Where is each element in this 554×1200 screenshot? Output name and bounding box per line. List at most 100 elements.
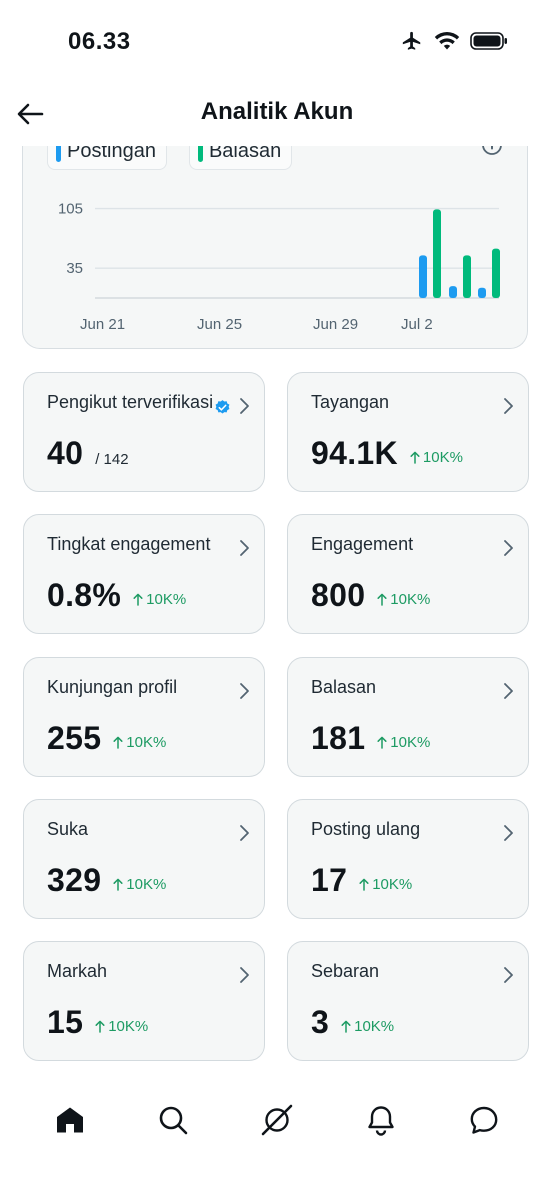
metric-value: 255 — [47, 720, 102, 756]
metric-change-value: 10K% — [354, 1018, 395, 1035]
bar-postingan — [478, 287, 486, 298]
bar-postingan — [449, 286, 457, 298]
bar-postingan — [419, 255, 427, 298]
x-tick-label: Jun 21 — [80, 316, 125, 333]
metric-card[interactable]: Engagement 800 10K% — [287, 514, 529, 634]
battery-icon — [470, 32, 507, 50]
metric-total: / 142 — [95, 451, 129, 468]
bar-balasan — [463, 255, 471, 298]
grok-icon — [261, 1104, 293, 1136]
metric-change: 10K% — [341, 1018, 394, 1035]
metric-change-value: 10K% — [146, 591, 187, 608]
search-icon — [160, 1106, 188, 1135]
metric-change: 10K% — [410, 449, 463, 466]
metric-card[interactable]: Tingkat engagement 0.8% 10K% — [23, 514, 265, 634]
tab-grok[interactable] — [251, 1094, 303, 1146]
metric-label: Markah — [47, 961, 108, 981]
chevron-right-icon — [504, 683, 513, 699]
chevron-right-icon — [240, 825, 249, 841]
metric-value: 0.8% — [47, 577, 122, 613]
metric-card[interactable]: Sebaran 3 10K% — [287, 941, 529, 1061]
metric-card[interactable]: Kunjungan profil 255 10K% — [23, 657, 265, 777]
metric-value: 17 — [311, 862, 348, 898]
metric-value: 94.1K — [311, 435, 398, 471]
chevron-right-icon — [504, 967, 513, 983]
status-bar: 06.33 — [0, 0, 554, 80]
metric-change: 10K% — [133, 591, 186, 608]
metric-value-row: 181 10K% — [311, 720, 430, 757]
metric-label: Posting ulang — [311, 819, 421, 839]
x-tick-label: Jun 29 — [313, 316, 358, 333]
chevron-right-icon — [504, 540, 513, 556]
metric-value: 800 — [311, 577, 366, 613]
header: Analitik Akun — [0, 86, 554, 144]
metric-change: 10K% — [95, 1018, 148, 1035]
chart-card: 105 35 Jun 21 Jun 25 Jun 29 Jul 2 Postingan B… — [22, 118, 528, 349]
metric-card[interactable]: Tayangan 94.1K 10K% — [287, 372, 529, 492]
metric-value-row: 255 10K% — [47, 720, 166, 757]
metric-change: 10K% — [113, 876, 166, 893]
status-icons — [400, 30, 508, 52]
bottom-tab-bar — [0, 1080, 554, 1160]
tab-notifications[interactable] — [355, 1094, 407, 1146]
metric-label: Engagement — [311, 534, 414, 554]
arrow-up-icon — [341, 1020, 351, 1033]
metric-label: Sebaran — [311, 961, 380, 981]
x-tick-label: Jul 2 — [401, 316, 433, 333]
metric-change: 10K% — [377, 734, 430, 751]
metric-value: 329 — [47, 862, 102, 898]
metric-value-row: 0.8% 10K% — [47, 577, 186, 614]
metric-change-value: 10K% — [422, 449, 463, 466]
tab-messages[interactable] — [458, 1094, 510, 1146]
metric-card[interactable]: Pengikut terverifikasi 40 / 142 — [23, 372, 265, 492]
chevron-right-icon — [240, 398, 249, 414]
bar-balasan — [433, 209, 441, 298]
metric-value: 3 — [311, 1004, 330, 1040]
metric-label: Tingkat engagement — [47, 534, 211, 554]
home-icon — [56, 1107, 83, 1133]
arrow-up-icon — [113, 878, 123, 891]
arrow-up-icon — [377, 736, 387, 749]
metric-card[interactable]: Balasan 181 10K% — [287, 657, 529, 777]
chevron-right-icon — [504, 825, 513, 841]
metric-change: 10K% — [377, 591, 430, 608]
chevron-right-icon — [240, 967, 249, 983]
metric-value-row: 94.1K 10K% — [311, 435, 463, 472]
metric-value: 15 — [47, 1004, 84, 1040]
metric-card[interactable]: Posting ulang 17 10K% — [287, 799, 529, 919]
metric-change-value: 10K% — [390, 591, 431, 608]
metric-label: Tayangan — [311, 392, 390, 412]
arrow-up-icon — [377, 593, 387, 606]
metric-label: Pengikut terverifikasi — [47, 392, 214, 412]
metric-change-value: 10K% — [390, 734, 431, 751]
tab-home[interactable] — [44, 1094, 96, 1146]
metric-value-row: 15 10K% — [47, 1004, 148, 1041]
arrow-up-icon — [95, 1020, 105, 1033]
metric-card[interactable]: Suka 329 10K% — [23, 799, 265, 919]
y-tick-label: 35 — [66, 260, 83, 277]
metric-change-value: 10K% — [126, 734, 167, 751]
metric-value-row: 800 10K% — [311, 577, 430, 614]
chevron-right-icon — [504, 398, 513, 414]
metric-value-row: 40 / 142 — [47, 435, 129, 472]
arrow-up-icon — [113, 736, 123, 749]
metric-value-row: 17 10K% — [311, 862, 412, 899]
metric-change: 10K% — [113, 734, 166, 751]
x-tick-label: Jun 25 — [197, 316, 242, 333]
metric-change: 10K% — [359, 876, 412, 893]
metric-change-value: 10K% — [372, 876, 413, 893]
metric-card[interactable]: Markah 15 10K% — [23, 941, 265, 1061]
wifi-icon — [434, 31, 460, 50]
bell-icon — [367, 1106, 394, 1136]
status-time: 06.33 — [68, 28, 131, 55]
metric-value-row: 3 10K% — [311, 1004, 394, 1041]
metric-label: Suka — [47, 819, 89, 839]
y-tick-label: 105 — [58, 201, 83, 218]
verified-badge-icon — [215, 400, 230, 414]
bar-balasan — [492, 248, 500, 298]
metric-value-row: 329 10K% — [47, 862, 166, 899]
arrow-up-icon — [359, 878, 369, 891]
tab-search[interactable] — [147, 1094, 199, 1146]
airplane-icon — [402, 31, 421, 50]
chevron-right-icon — [240, 540, 249, 556]
